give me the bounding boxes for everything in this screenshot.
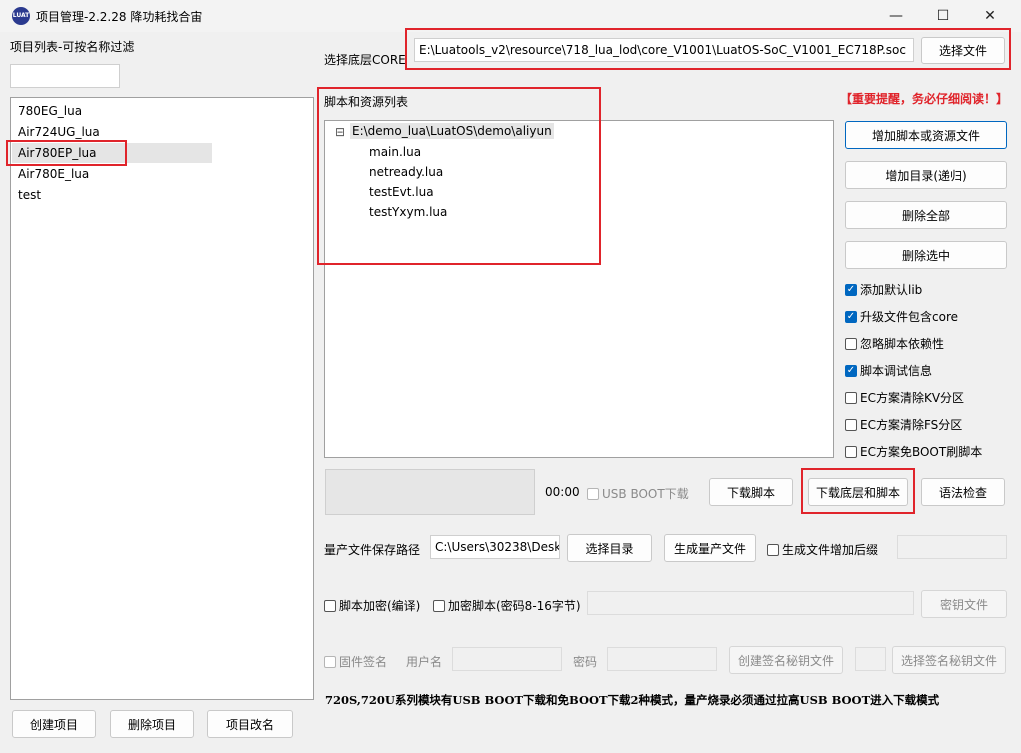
option-ignore-deps[interactable]: 忽略脚本依赖性 [845, 335, 944, 352]
tree-root[interactable]: E:\demo_lua\LuatOS\demo\aliyun [350, 123, 554, 139]
checkbox-icon [587, 487, 599, 500]
generate-production-button[interactable]: 生成量产文件 [664, 534, 756, 562]
firmware-sign-checkbox[interactable]: 固件签名 [324, 653, 387, 670]
add-files-button[interactable]: 增加脚本或资源文件 [845, 121, 1007, 149]
download-progress-bar [325, 469, 535, 515]
option-clear-fs[interactable]: EC方案清除FS分区 [845, 416, 962, 433]
list-item-selected[interactable]: Air780EP_lua [12, 143, 212, 163]
core-path-field[interactable]: E:\Luatools_v2\resource\718_lua_lod\core… [414, 38, 914, 62]
download-core-and-script-button[interactable]: 下载底层和脚本 [808, 478, 908, 506]
usb-boot-checkbox: USB BOOT下载 [587, 485, 689, 502]
tree-file[interactable]: testYxym.lua [369, 205, 447, 219]
app-logo-icon: LUAT [12, 7, 30, 25]
checkbox-checked-icon[interactable]: ✓ [845, 310, 857, 323]
checkbox-icon[interactable] [845, 418, 857, 431]
project-list[interactable]: 780EG_lua Air724UG_lua Air780EP_lua Air7… [10, 97, 314, 700]
core-label: 选择底层CORE [324, 53, 406, 67]
scripts-tree[interactable]: ⊟ E:\demo_lua\LuatOS\demo\aliyun main.lu… [324, 120, 834, 458]
checkbox-icon[interactable] [845, 445, 857, 458]
important-warning-link[interactable]: 【重要提醒，务必仔细阅读！】 [840, 90, 1008, 107]
username-label: 用户名 [406, 655, 443, 669]
option-add-default-lib[interactable]: ✓ 添加默认lib [845, 281, 922, 298]
encrypt-compile-checkbox[interactable]: 脚本加密(编译) [324, 597, 420, 614]
window-title: 项目管理-2.2.28 降功耗找合宙 [36, 10, 203, 24]
option-debug-info[interactable]: ✓ 脚本调试信息 [845, 362, 932, 379]
list-item[interactable]: Air724UG_lua [12, 122, 212, 142]
tree-file[interactable]: netready.lua [369, 165, 443, 179]
delete-selected-button[interactable]: 删除选中 [845, 241, 1007, 269]
elapsed-time: 00:00 [545, 485, 580, 499]
maximize-icon[interactable]: ☐ [920, 0, 966, 32]
production-path-label: 量产文件保存路径 [324, 543, 421, 557]
tree-file[interactable]: main.lua [369, 145, 421, 159]
username-input[interactable] [452, 647, 562, 671]
option-clear-kv[interactable]: EC方案清除KV分区 [845, 389, 964, 406]
select-core-file-button[interactable]: 选择文件 [921, 37, 1005, 64]
suffix-input[interactable] [897, 535, 1007, 559]
checkbox-icon[interactable] [845, 391, 857, 404]
select-sign-key-button[interactable]: 选择签名秘钥文件 [892, 646, 1006, 674]
download-script-button[interactable]: 下载脚本 [709, 478, 793, 506]
add-directory-button[interactable]: 增加目录(递归) [845, 161, 1007, 189]
checkbox-checked-icon[interactable]: ✓ [845, 364, 857, 377]
option-include-core[interactable]: ✓ 升级文件包含core [845, 308, 958, 325]
delete-project-button[interactable]: 删除项目 [110, 710, 194, 738]
checkbox-icon[interactable] [324, 599, 336, 612]
checkbox-icon[interactable] [767, 543, 779, 556]
checkbox-icon[interactable] [845, 337, 857, 350]
add-suffix-checkbox[interactable]: 生成文件增加后缀 [767, 541, 878, 558]
select-directory-button[interactable]: 选择目录 [567, 534, 652, 562]
option-no-boot[interactable]: EC方案免BOOT刷脚本 [845, 443, 982, 460]
project-filter-label: 项目列表-可按名称过滤 [10, 40, 135, 54]
list-item[interactable]: Air780E_lua [12, 164, 212, 184]
encrypt-script-checkbox[interactable]: 加密脚本(密码8-16字节) [433, 597, 581, 614]
production-path-field[interactable]: C:\Users\30238\Desk [430, 535, 560, 559]
list-item[interactable]: 780EG_lua [12, 101, 212, 121]
minimize-icon[interactable]: — [873, 0, 919, 32]
project-filter-input[interactable] [10, 64, 120, 88]
close-icon[interactable]: ✕ [967, 0, 1013, 32]
checkbox-icon[interactable] [324, 655, 336, 668]
create-project-button[interactable]: 创建项目 [12, 710, 96, 738]
tree-file[interactable]: testEvt.lua [369, 185, 434, 199]
delete-all-button[interactable]: 删除全部 [845, 201, 1007, 229]
collapse-icon[interactable]: ⊟ [335, 125, 345, 139]
syntax-check-button[interactable]: 语法检查 [921, 478, 1005, 506]
usb-boot-note: 720S,720U系列模块有USB BOOT下载和免BOOT下载2种模式，量产烧… [325, 693, 940, 707]
rename-project-button[interactable]: 项目改名 [207, 710, 293, 738]
checkbox-icon[interactable] [433, 599, 445, 612]
encrypt-key-input[interactable] [587, 591, 914, 615]
create-sign-key-button[interactable]: 创建签名秘钥文件 [729, 646, 843, 674]
key-file-button[interactable]: 密钥文件 [921, 590, 1007, 618]
sign-key-path-input[interactable] [855, 647, 886, 671]
list-item[interactable]: test [12, 185, 212, 205]
checkbox-checked-icon[interactable]: ✓ [845, 283, 857, 296]
password-label: 密码 [573, 655, 598, 669]
scripts-label: 脚本和资源列表 [324, 95, 409, 109]
password-input[interactable] [607, 647, 717, 671]
